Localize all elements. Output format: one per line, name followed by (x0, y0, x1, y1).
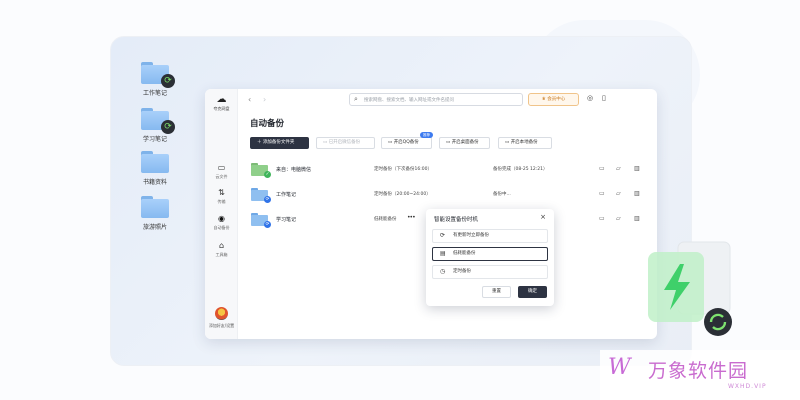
desktop-folder-work[interactable]: ⟳ 工作笔记 (125, 62, 185, 97)
folder-icon: ⟳ (251, 213, 271, 228)
watermark: W 万象软件园 WXHD.VIP (600, 350, 800, 400)
desktop-backup-button[interactable]: ▭ 开启桌面备份 (439, 137, 490, 149)
refresh-icon: ⟳ (440, 232, 446, 239)
backup-timing-popup: 智能设置备份时机 × ⟳ 有更新时立即备份 ▤ 低耗能备份 ◷ 定时备份 重置 确定 (426, 209, 554, 306)
popup-title: 智能设置备份时机 (434, 217, 479, 223)
trash-icon[interactable]: ▥ (634, 215, 640, 222)
folder-icon (141, 196, 169, 218)
open-folder-icon[interactable]: ▱ (616, 190, 621, 197)
sidebar-item-toolbox[interactable]: ⌂ 工具箱 (205, 241, 238, 258)
trash-icon[interactable]: ▥ (634, 190, 640, 197)
folder-icon (141, 151, 169, 173)
clock-icon: ◷ (440, 268, 446, 275)
sidebar: ☁ 夸克网盘 ▭ 云文件 ⇅ 传输 ◉ 自动备份 ⌂ 工具箱 添加好友/设置 (205, 89, 238, 339)
monitor-icon[interactable]: ▭ (599, 215, 605, 222)
battery-icon: ▤ (440, 250, 446, 257)
sync-icon: ⟳ (264, 196, 271, 203)
desktop-folder-books[interactable]: 书籍资料 (125, 151, 185, 186)
option-scheduled-backup[interactable]: ◷ 定时备份 (432, 265, 548, 279)
watermark-logo: W (608, 355, 631, 380)
main-content: 自动备份 ＋ 添加备份文件夹 ▭ 已开启微信备份 ▭ 开启QQ备份 推荐 ▭ 开… (250, 117, 650, 228)
backup-icon: ◉ (218, 214, 225, 223)
trash-icon[interactable]: ▥ (634, 165, 640, 172)
open-folder-icon[interactable]: ▱ (616, 215, 621, 222)
option-low-energy-backup[interactable]: ▤ 低耗能备份 (432, 247, 548, 261)
folder-icon: ✓ (251, 163, 271, 178)
local-backup-button[interactable]: ▭ 开启本地备份 (498, 137, 552, 149)
lightning-backup-icon (648, 241, 732, 336)
app-logo[interactable]: ☁ 夸克网盘 (208, 95, 235, 112)
monitor-icon[interactable]: ▭ (599, 165, 605, 172)
monitor-icon[interactable]: ▭ (599, 190, 605, 197)
forward-icon[interactable]: › (263, 95, 266, 104)
sidebar-item-transfer[interactable]: ⇅ 传输 (205, 188, 238, 205)
watermark-url: WXHD.VIP (728, 383, 767, 390)
wechat-backup-button[interactable]: ▭ 已开启微信备份 (316, 137, 375, 149)
add-backup-folder-button[interactable]: ＋ 添加备份文件夹 (250, 137, 309, 149)
open-folder-icon[interactable]: ▱ (616, 165, 621, 172)
sync-icon: ⟳ (161, 74, 175, 88)
phone-icon[interactable]: ▯ (602, 94, 606, 102)
folder-icon: ⟳ (141, 108, 175, 134)
qq-backup-button[interactable]: ▭ 开启QQ备份 推荐 (381, 132, 433, 149)
search-icon: ⌕ (354, 95, 358, 103)
transfer-icon: ⇅ (218, 188, 225, 197)
sync-icon: ⟳ (161, 120, 175, 134)
page-title: 自动备份 (250, 119, 285, 129)
more-options-icon[interactable]: ••• (407, 214, 416, 221)
folder-icon: ⟳ (141, 62, 175, 88)
cloud-icon: ☁ (216, 94, 227, 105)
reset-button[interactable]: 重置 (482, 286, 511, 298)
check-icon: ✓ (264, 171, 271, 178)
sidebar-item-auto-backup[interactable]: ◉ 自动备份 (205, 214, 238, 231)
search-input[interactable]: ⌕ 搜索网盘、搜索文档、输入网址或文件名提问 (349, 93, 523, 106)
desktop-folder-study[interactable]: ⟳ 学习笔记 (125, 108, 185, 143)
eye-icon[interactable]: ◎ (587, 94, 593, 102)
toolbox-icon: ⌂ (218, 241, 225, 250)
back-icon[interactable]: ‹ (248, 95, 251, 104)
desktop-folder-photos[interactable]: 旅游照片 (125, 196, 185, 231)
folder-icon: ⟳ (251, 188, 271, 203)
sidebar-item-cloud-files[interactable]: ▭ 云文件 (205, 163, 238, 180)
recommend-badge: 推荐 (420, 132, 433, 138)
sync-icon: ⟳ (264, 221, 271, 228)
top-bar: ‹ › ⌕ 搜索网盘、搜索文档、输入网址或文件名提问 ♛ 会员中心 ◎ ▯ (238, 89, 657, 111)
watermark-name: 万象软件园 (648, 360, 749, 382)
avatar[interactable] (215, 307, 228, 320)
folder-icon: ▭ (217, 163, 226, 172)
table-row[interactable]: ⟳ 工作笔记 定时备份（20:00~24:00） 备份中... ▭ ▱ ▥ (250, 185, 650, 207)
toolbar: ＋ 添加备份文件夹 ▭ 已开启微信备份 ▭ 开启QQ备份 推荐 ▭ 开启桌面备份… (250, 132, 650, 149)
table-row[interactable]: ✓ 来自：电脑微信 定时备份（下次备份16:00） 备份完成（08-25 12:… (250, 160, 650, 182)
confirm-button[interactable]: 确定 (518, 286, 547, 298)
option-update-backup[interactable]: ⟳ 有更新时立即备份 (432, 229, 548, 243)
member-center-button[interactable]: ♛ 会员中心 (528, 93, 579, 106)
page-stage: ⟳ 工作笔记 ⟳ 学习笔记 书籍资料 旅游照片 ☁ 夸克网盘 ▭ 云文件 ⇅ 传… (0, 0, 800, 400)
close-icon[interactable]: × (540, 213, 546, 221)
